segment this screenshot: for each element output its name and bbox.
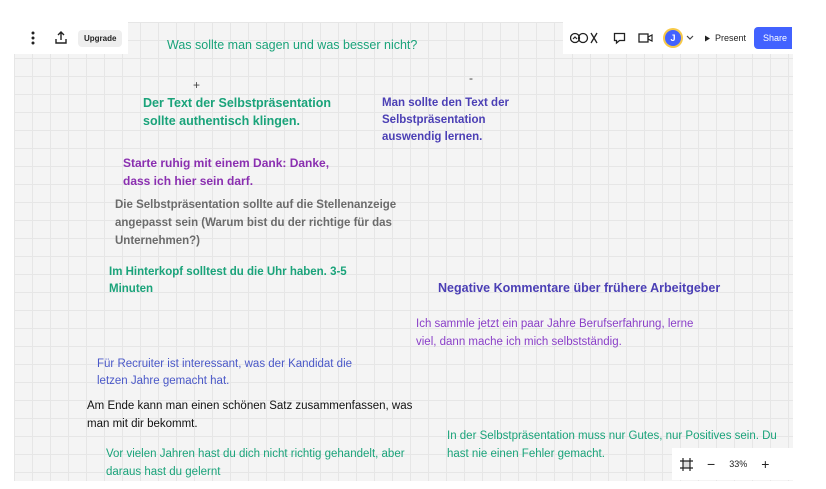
play-icon (705, 35, 710, 41)
note-authentic[interactable]: Der Text der Selbstpräsentation sollte a… (143, 94, 358, 130)
note-summary[interactable]: Am Ende kann man einen schönen Satz zusa… (87, 397, 417, 433)
upgrade-button[interactable]: Upgrade (78, 29, 123, 47)
note-recruiter[interactable]: Für Recruiter ist interessant, was der K… (97, 356, 362, 390)
share-label: Share (763, 33, 788, 43)
comment-icon[interactable] (609, 28, 629, 48)
present-button[interactable]: Present (704, 33, 746, 43)
top-left-toolbar: Upgrade (14, 22, 128, 54)
reactions-icon[interactable] (569, 28, 601, 48)
user-avatar[interactable]: J (665, 30, 681, 46)
minus-sign: - (469, 71, 473, 85)
plus-sign: + (193, 78, 201, 92)
zoom-level[interactable]: 33% (729, 459, 747, 469)
video-icon[interactable] (635, 28, 655, 48)
fit-frame-icon[interactable] (680, 457, 693, 471)
note-thanks[interactable]: Starte ruhig mit einem Dank: Danke, dass… (123, 154, 353, 190)
more-menu-icon[interactable] (22, 27, 44, 49)
note-time[interactable]: Im Hinterkopf solltest du die Uhr haben.… (109, 264, 359, 298)
note-memorize[interactable]: Man sollte den Text der Selbstpräsentati… (382, 95, 537, 146)
chevron-down-icon[interactable] (686, 35, 694, 41)
zoom-controls: − 33% + (672, 448, 793, 480)
note-learned[interactable]: Vor vielen Jahren hast du dich nicht ric… (106, 445, 411, 481)
zoom-in-icon[interactable]: + (761, 456, 769, 472)
top-right-toolbar: J Present Share (563, 22, 793, 54)
export-icon[interactable] (50, 27, 72, 49)
header-note[interactable]: Was sollte man sagen und was besser nich… (167, 38, 417, 52)
present-label: Present (715, 33, 747, 43)
share-button[interactable]: Share (754, 27, 793, 49)
note-negative-comments[interactable]: Negative Kommentare über frühere Arbeitg… (438, 281, 758, 295)
note-self-employed[interactable]: Ich sammle jetzt ein paar Jahre Berufser… (416, 315, 701, 351)
zoom-out-icon[interactable]: − (707, 456, 715, 472)
note-job-posting[interactable]: Die Selbstpräsentation sollte auf die St… (115, 196, 430, 250)
